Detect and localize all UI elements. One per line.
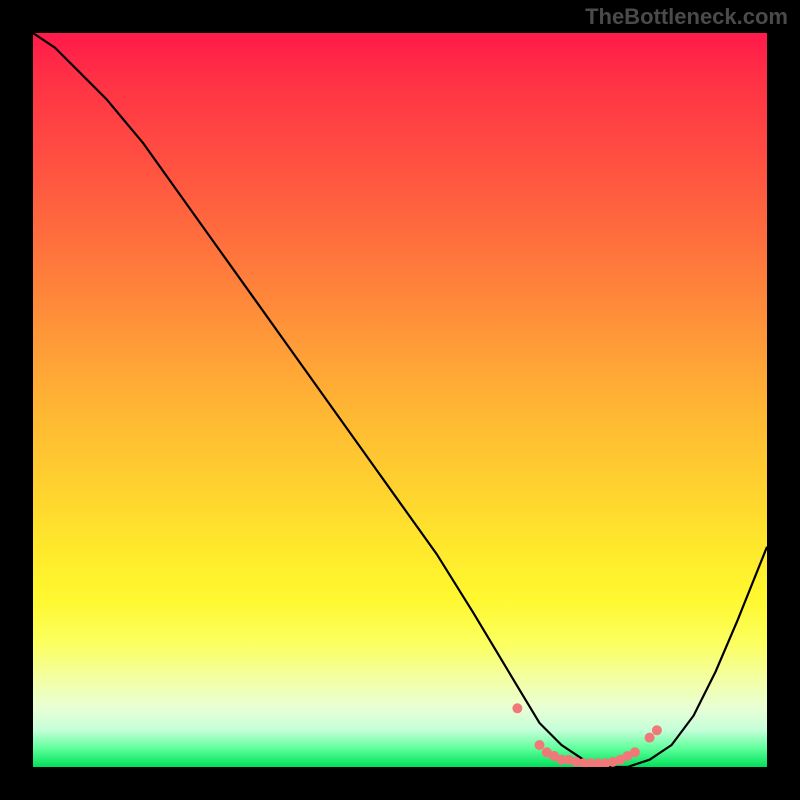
optimal-dot: [630, 747, 640, 757]
optimal-range-dots: [512, 703, 662, 767]
bottleneck-curve-path: [33, 33, 767, 767]
optimal-dot: [512, 703, 522, 713]
chart-svg: [33, 33, 767, 767]
optimal-dot: [645, 733, 655, 743]
chart-plot-area: [33, 33, 767, 767]
optimal-dot: [652, 725, 662, 735]
optimal-dot: [535, 740, 545, 750]
watermark-text: TheBottleneck.com: [585, 4, 788, 30]
